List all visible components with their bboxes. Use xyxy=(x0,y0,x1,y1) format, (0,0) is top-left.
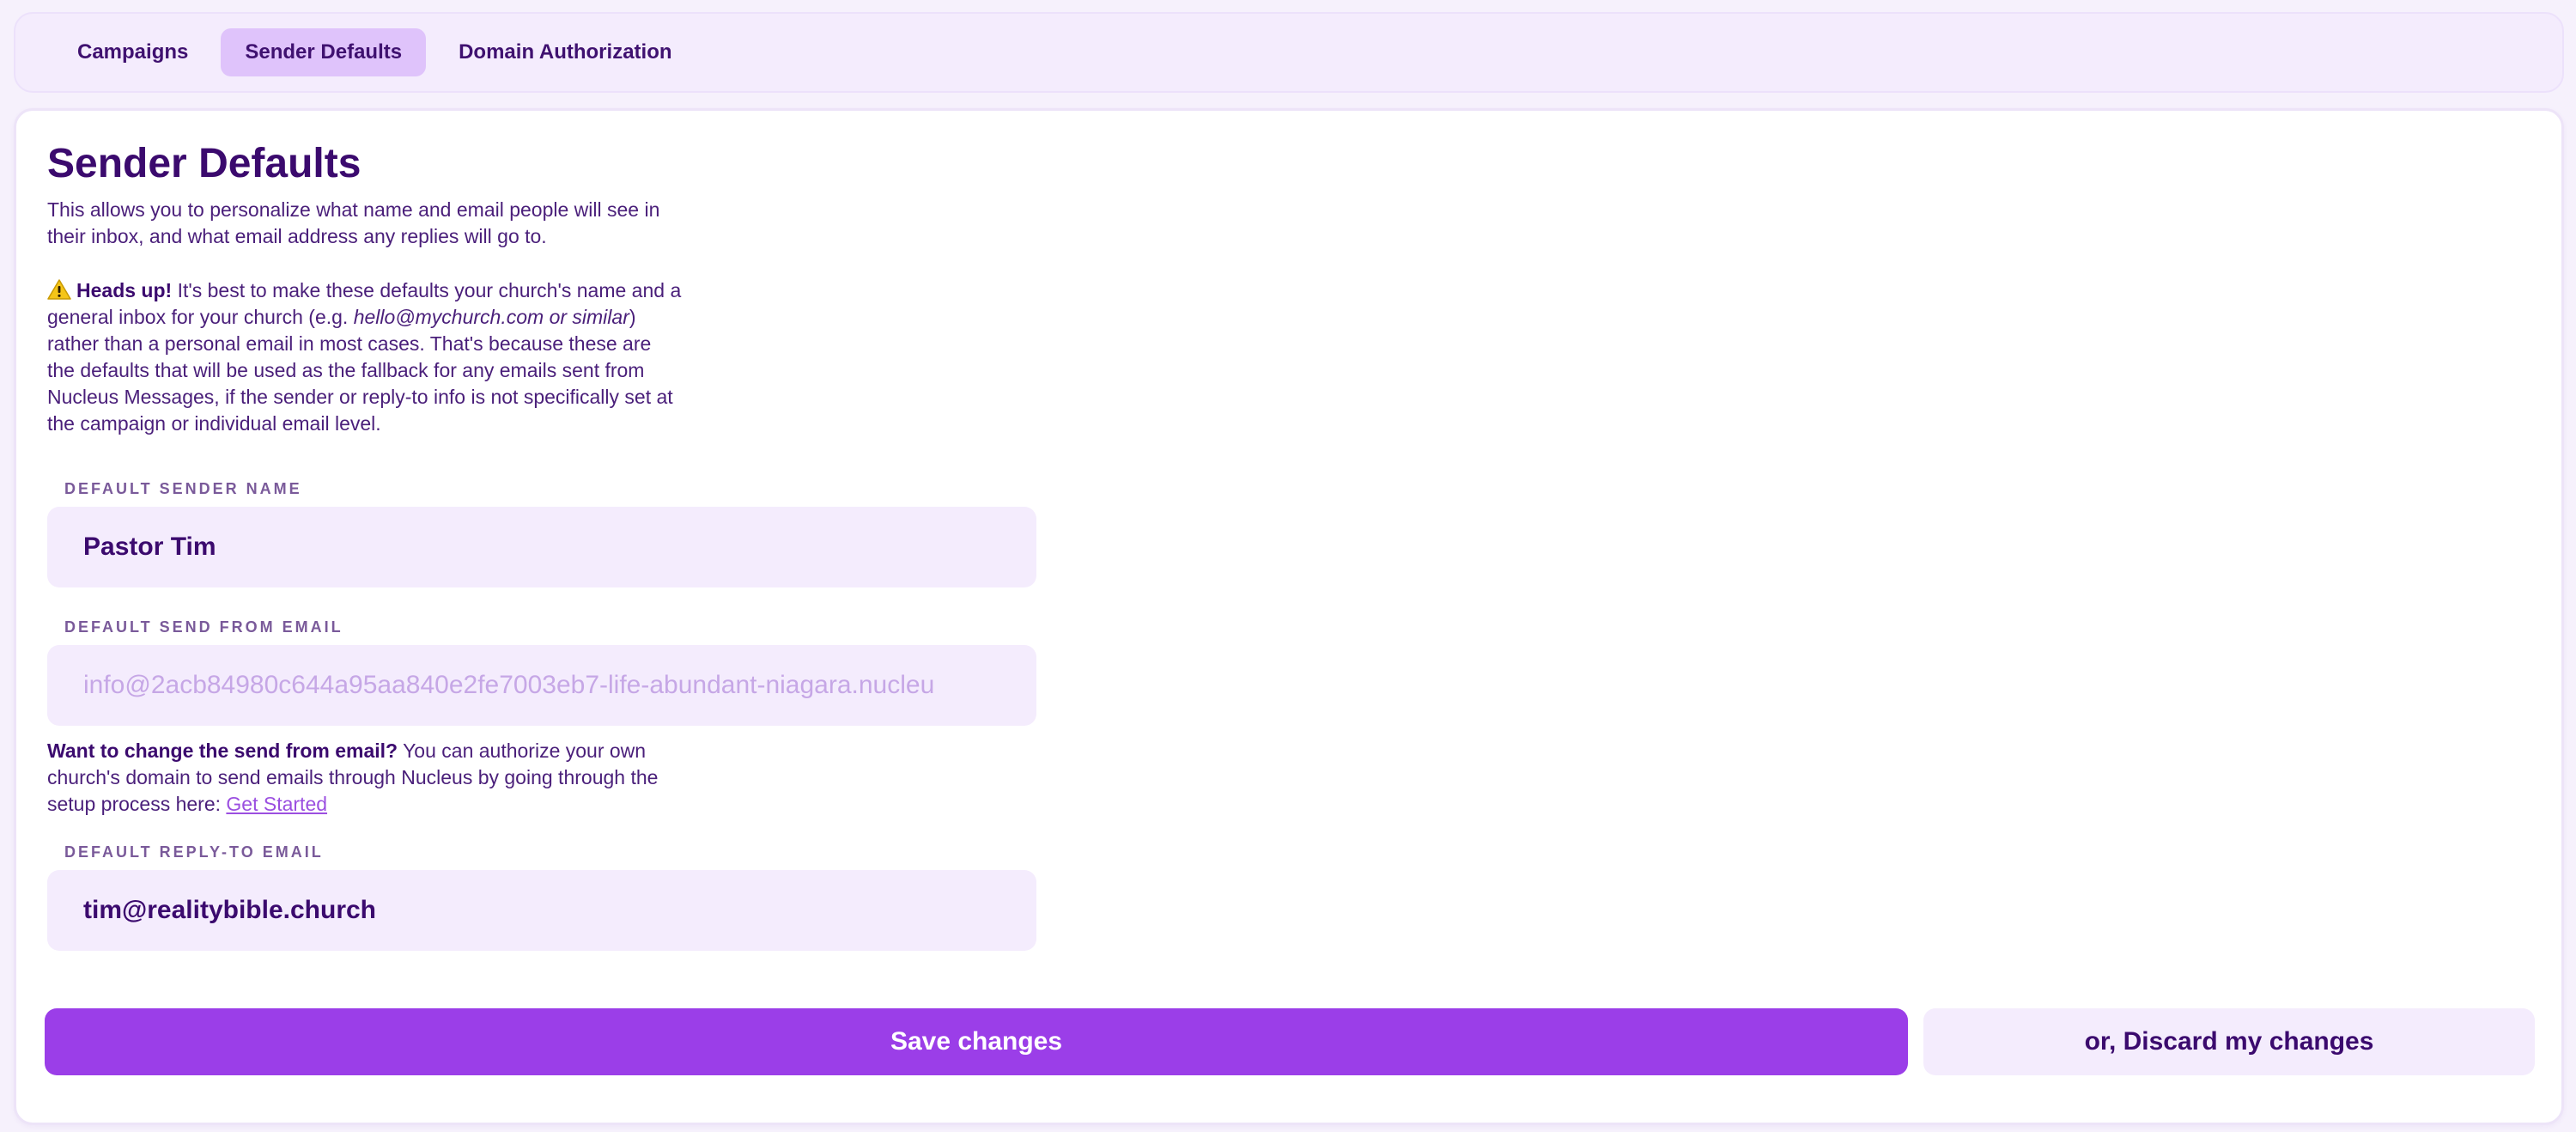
tab-sender-defaults[interactable]: Sender Defaults xyxy=(221,28,427,76)
send-from-input xyxy=(47,645,1036,726)
tab-domain-authorization[interactable]: Domain Authorization xyxy=(434,28,696,76)
warning-text: Heads up! It's best to make these defaul… xyxy=(47,277,683,437)
sender-name-group: Default Sender Name xyxy=(47,480,1036,587)
intro-text: This allows you to personalize what name… xyxy=(47,198,660,247)
reply-to-input[interactable] xyxy=(47,870,1036,951)
sender-defaults-card: Sender Defaults This allows you to perso… xyxy=(14,108,2564,1125)
save-button[interactable]: Save changes xyxy=(45,1008,1908,1075)
warning-heading: Heads up! xyxy=(76,279,173,301)
send-from-help: Want to change the send from email? You … xyxy=(47,738,683,818)
discard-button[interactable]: or, Discard my changes xyxy=(1923,1008,2535,1075)
card-content: Sender Defaults This allows you to perso… xyxy=(47,137,1036,951)
warning-icon xyxy=(47,279,71,300)
tab-bar: Campaigns Sender Defaults Domain Authori… xyxy=(14,12,2564,93)
tab-campaigns[interactable]: Campaigns xyxy=(53,28,212,76)
send-from-help-bold: Want to change the send from email? xyxy=(47,739,398,762)
send-from-label: Default Send From Email xyxy=(64,618,343,636)
page-title: Sender Defaults xyxy=(47,141,361,186)
sender-name-input[interactable] xyxy=(47,507,1036,587)
warning-example: hello@mychurch.com or similar xyxy=(353,306,629,328)
sender-name-label: Default Sender Name xyxy=(64,480,302,497)
action-row: Save changes or, Discard my changes xyxy=(45,1008,2535,1075)
get-started-link[interactable]: Get Started xyxy=(226,793,327,815)
reply-to-group: Default Reply-To Email xyxy=(47,843,1036,951)
reply-to-label: Default Reply-To Email xyxy=(64,843,324,861)
send-from-group: Default Send From Email Want to change t… xyxy=(47,618,1036,818)
